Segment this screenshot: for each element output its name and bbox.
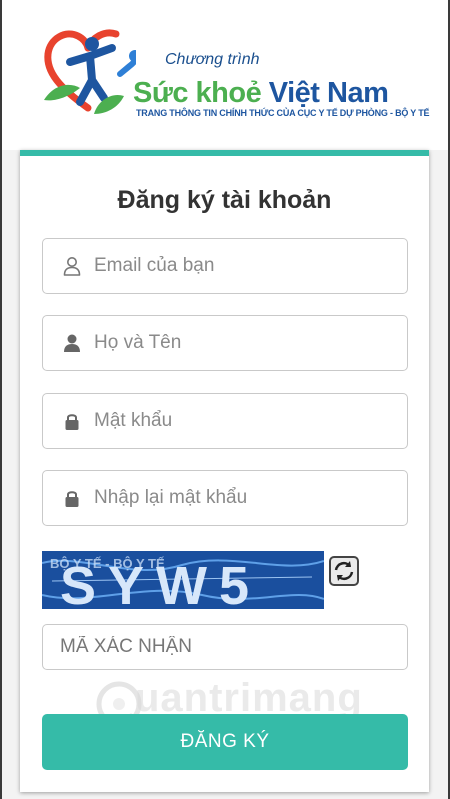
register-button[interactable]: ĐĂNG KÝ	[42, 714, 408, 770]
name-field[interactable]	[42, 315, 408, 371]
logo-title-part1: Sức khoẻ	[133, 77, 262, 109]
confirm-password-field[interactable]	[42, 470, 408, 526]
logo-heart-icon	[44, 29, 136, 114]
logo-title: Sức khoẻ Việt Nam	[133, 77, 389, 110]
logo: Chương trình Sức khoẻ Việt Nam TRANG THÔ…	[40, 22, 430, 122]
password-field[interactable]	[42, 393, 408, 449]
confirm-password-input[interactable]	[94, 471, 394, 525]
captcha-code-input[interactable]	[60, 625, 390, 669]
logo-title-part2: Việt Nam	[268, 77, 389, 109]
logo-tagline: TRANG THÔNG TIN CHÍNH THỨC CỦA CỤC Y TẾ …	[136, 108, 430, 118]
captcha-text: SYW5	[60, 556, 261, 609]
register-card: Đăng ký tài khoản BỘ Y TẾ -	[20, 150, 429, 792]
page-title: Đăng ký tài khoản	[117, 186, 332, 214]
person-icon	[64, 334, 80, 352]
lock-icon	[65, 491, 79, 507]
password-input[interactable]	[94, 394, 394, 448]
person-outline-icon	[63, 257, 81, 276]
name-input[interactable]	[94, 316, 394, 370]
email-input[interactable]	[94, 239, 394, 293]
header: Chương trình Sức khoẻ Việt Nam TRANG THÔ…	[2, 0, 448, 150]
captcha-image: BỘ Y TẾ - BỘ Y TẾ SYW5	[42, 551, 324, 609]
refresh-captcha-button[interactable]	[329, 556, 359, 586]
refresh-icon	[334, 561, 354, 581]
logo-small-text: Chương trình	[165, 51, 260, 68]
captcha-code-field[interactable]	[42, 624, 408, 670]
lock-icon	[65, 414, 79, 430]
email-field[interactable]	[42, 238, 408, 294]
